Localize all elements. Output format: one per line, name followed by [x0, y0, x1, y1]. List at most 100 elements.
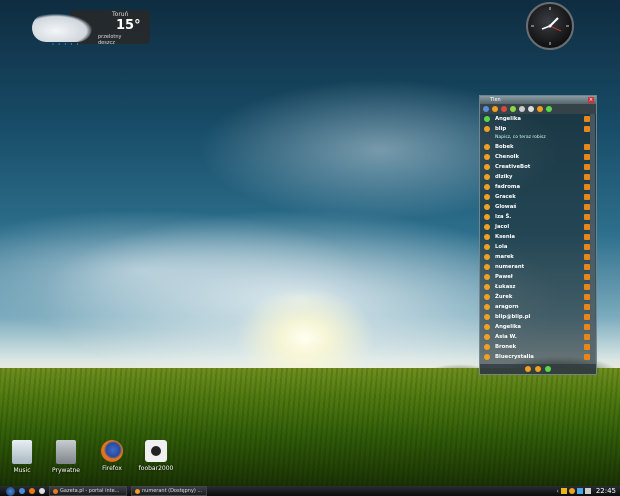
contact-row[interactable]: dlziky: [484, 172, 590, 182]
status-online-icon[interactable]: [525, 366, 531, 372]
contact-name: Bluecrystalia: [495, 354, 534, 360]
add-contact-icon[interactable]: [510, 106, 516, 112]
contact-name: aragorn: [495, 304, 519, 310]
search-icon[interactable]: [519, 106, 525, 112]
quicklaunch-firefox-icon[interactable]: [29, 488, 35, 494]
contact-row[interactable]: Bluecrystalia: [484, 352, 590, 362]
task-label: numerant (Dostępny) ...: [142, 488, 203, 494]
contact-row[interactable]: Bronek: [484, 342, 590, 352]
tlen-icon[interactable]: [545, 366, 551, 372]
contact-row[interactable]: Jacol: [484, 222, 590, 232]
tlen-icon: [135, 488, 140, 494]
contact-name: Glowaś: [495, 204, 517, 210]
contact-name: blip@blip.pl: [495, 314, 531, 320]
contact-row[interactable]: numerant: [484, 262, 590, 272]
file-icon: [12, 440, 32, 464]
desktop-icon-firefox[interactable]: Firefox: [92, 440, 132, 472]
contact-row[interactable]: Bobek: [484, 142, 590, 152]
contact-name: Ksenia: [495, 234, 516, 240]
contact-name: Angelika: [495, 116, 521, 122]
messenger-window[interactable]: Tlen × Angelika blip Napisz, co teraz robi…: [479, 95, 597, 375]
desktop-icon-prywatne[interactable]: Prywatne: [46, 440, 86, 474]
close-icon[interactable]: ×: [588, 97, 594, 103]
menu-icon[interactable]: [483, 106, 489, 112]
taskbar: Gazeta.pl - portal inte... numerant (Dos…: [0, 486, 620, 496]
contact-row[interactable]: Żurek: [484, 292, 590, 302]
status-icon: [484, 126, 490, 132]
contact-name: fadroma: [495, 184, 521, 190]
contact-row[interactable]: Lola: [484, 242, 590, 252]
status-icon: [484, 194, 490, 200]
contact-name: blip: [495, 126, 507, 132]
contact-row[interactable]: Łukasz: [484, 282, 590, 292]
status-icon: [484, 284, 490, 290]
status-icon: [484, 354, 490, 360]
sound-icon[interactable]: [528, 106, 534, 112]
messenger-bottom-bar: [480, 364, 596, 374]
contact-row[interactable]: Iza Š.: [484, 212, 590, 222]
weather-temperature: 15°: [116, 18, 141, 33]
tray-mail-icon[interactable]: [560, 488, 567, 494]
status-icon[interactable]: [492, 106, 498, 112]
status-icon: [484, 116, 490, 122]
messenger-title: Tlen: [490, 97, 501, 103]
status-icon: [484, 144, 490, 150]
contact-row[interactable]: blip: [484, 124, 590, 134]
quicklaunch-foobar-icon[interactable]: [39, 488, 45, 494]
quicklaunch-browser-icon[interactable]: [19, 488, 25, 494]
contact-row[interactable]: Chenolk: [484, 152, 590, 162]
messenger-titlebar[interactable]: Tlen ×: [480, 96, 596, 104]
weather-gadget[interactable]: ' ' ' ' ' Toruń 15° przelotny deszcz: [32, 8, 150, 50]
status-icon: [484, 224, 490, 230]
status-icon: [484, 264, 490, 270]
contact-row[interactable]: Angelika: [484, 322, 590, 332]
contact-row[interactable]: Paweł: [484, 272, 590, 282]
contact-row[interactable]: blip@blip.pl: [484, 312, 590, 322]
status-icon: [484, 314, 490, 320]
contact-name: Chenolk: [495, 154, 519, 160]
contact-row[interactable]: fadroma: [484, 182, 590, 192]
status-icon: [484, 294, 490, 300]
tray-network-icon[interactable]: [576, 488, 583, 494]
start-button[interactable]: [6, 486, 15, 496]
status-icon: [484, 234, 490, 240]
network-icon[interactable]: [546, 106, 552, 112]
desktop-icon-music[interactable]: Music: [2, 440, 42, 474]
clock-gadget[interactable]: [526, 2, 574, 50]
task-label: Gazeta.pl - portal inte...: [60, 488, 120, 494]
contact-name: numerant: [495, 264, 525, 270]
firefox-icon: [53, 488, 58, 494]
desktop-wallpaper: ' ' ' ' ' Toruń 15° przelotny deszcz Tle…: [0, 0, 620, 486]
tray-clock[interactable]: 22:45: [596, 487, 616, 495]
status-icon: [484, 344, 490, 350]
contact-row[interactable]: Gracek: [484, 192, 590, 202]
contact-row[interactable]: Ksenia: [484, 232, 590, 242]
contact-name: Iza Š.: [495, 214, 512, 220]
messenger-toolbar: [480, 104, 596, 114]
settings-icon[interactable]: [537, 106, 543, 112]
status-icon: [484, 164, 490, 170]
contact-row[interactable]: CreativeBot: [484, 162, 590, 172]
contact-row[interactable]: aragorn: [484, 302, 590, 312]
contact-row[interactable]: Angelika: [484, 114, 590, 124]
contact-name: Bobek: [495, 144, 514, 150]
firefox-icon: [101, 440, 123, 462]
system-tray: ‹ 22:45: [556, 486, 620, 496]
contact-name: Bronek: [495, 344, 517, 350]
contact-row[interactable]: Glowaś: [484, 202, 590, 212]
chat-icon[interactable]: [535, 366, 541, 372]
status-icon: [484, 274, 490, 280]
contact-list-scrollbar[interactable]: [590, 114, 595, 364]
contact-row[interactable]: Asia W.: [484, 332, 590, 342]
status-icon: [484, 184, 490, 190]
contact-name: Lola: [495, 244, 508, 250]
taskbar-task-numerant[interactable]: numerant (Dostępny) ...: [131, 486, 207, 496]
email-icon[interactable]: [501, 106, 507, 112]
taskbar-task-gazeta[interactable]: Gazeta.pl - portal inte...: [49, 486, 127, 496]
chevron-left-icon[interactable]: ‹: [556, 488, 558, 495]
tray-volume-icon[interactable]: [584, 488, 591, 494]
tray-tlen-icon[interactable]: [568, 488, 575, 494]
desktop-icon-label: Prywatne: [52, 467, 80, 474]
contact-row[interactable]: marek: [484, 252, 590, 262]
desktop-icon-foobar2000[interactable]: foobar2000: [136, 440, 176, 472]
